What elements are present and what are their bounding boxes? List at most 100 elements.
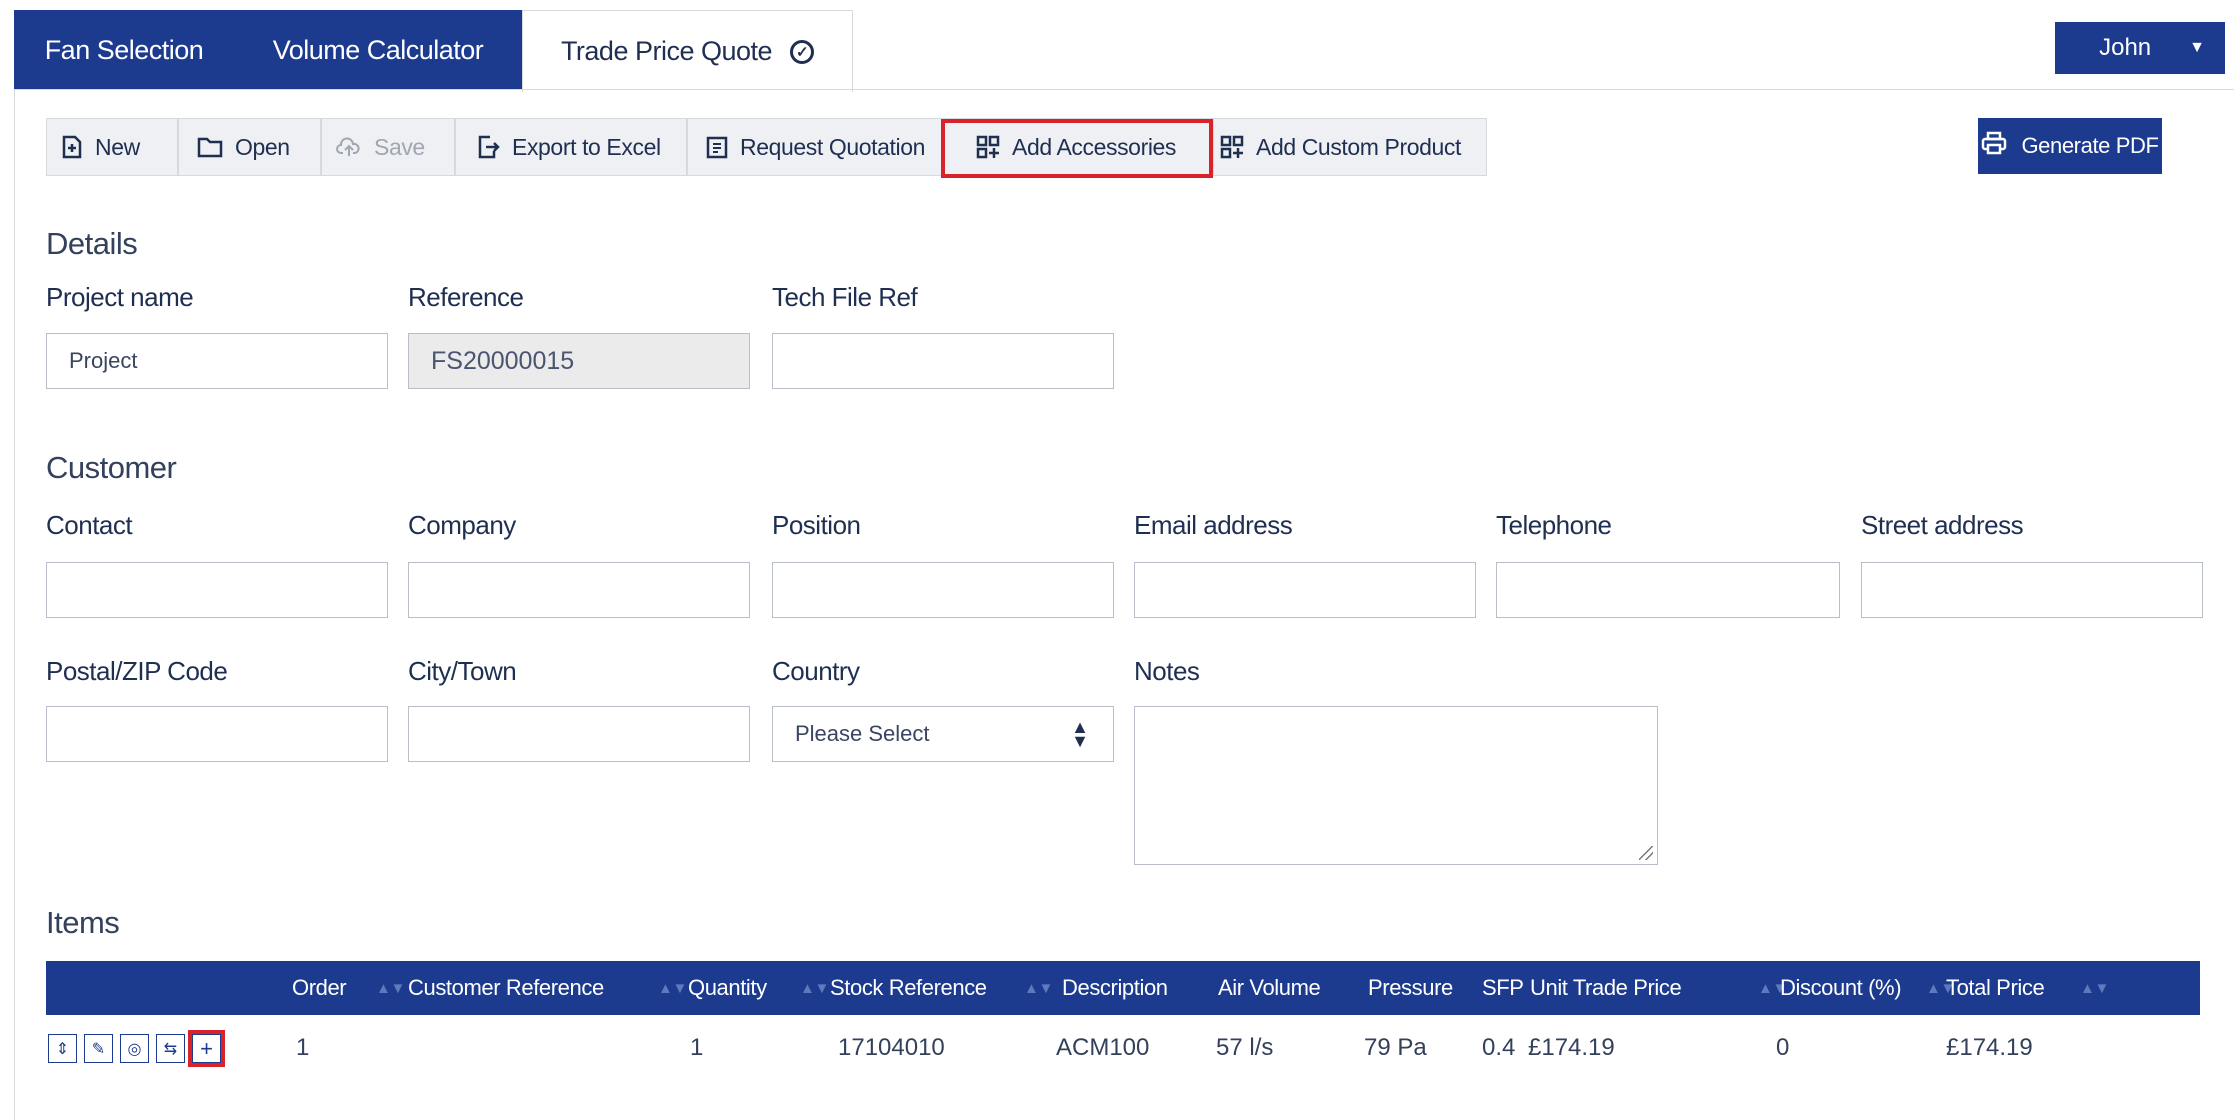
contact-input[interactable]: [46, 562, 388, 618]
customer-heading: Customer: [46, 450, 177, 485]
save-label: Save: [374, 133, 425, 160]
clipboard-icon: [706, 135, 728, 159]
focus-target-icon[interactable]: ◎: [120, 1034, 149, 1063]
user-menu-button[interactable]: John ▼: [2055, 22, 2225, 74]
items-heading: Items: [46, 905, 120, 940]
sort-icon[interactable]: ▲▼: [800, 961, 829, 1015]
tab-trade-price-quote[interactable]: Trade Price Quote ✓: [522, 10, 853, 92]
column-discount[interactable]: Discount (%): [1780, 961, 1902, 1015]
postal-code-input[interactable]: [46, 706, 388, 762]
cell-pressure: 79 Pa: [1364, 1034, 1427, 1061]
tab-fan-selection[interactable]: Fan Selection: [14, 10, 234, 90]
export-label: Export to Excel: [512, 133, 661, 160]
tab-label: Volume Calculator: [272, 34, 484, 65]
telephone-label: Telephone: [1496, 510, 1612, 540]
highlight-add-plus: [188, 1030, 225, 1067]
tech-file-ref-label: Tech File Ref: [772, 282, 918, 312]
resize-handle-icon[interactable]: [1639, 846, 1653, 860]
column-stock-reference[interactable]: Stock Reference: [830, 961, 987, 1015]
new-button[interactable]: New: [46, 118, 178, 176]
city-label: City/Town: [408, 656, 517, 686]
cloud-upload-icon: [336, 136, 362, 158]
printer-icon: [1981, 131, 2007, 162]
generate-pdf-label: Generate PDF: [2021, 133, 2159, 158]
email-input[interactable]: [1134, 562, 1476, 618]
sort-icon[interactable]: ▲▼: [376, 961, 405, 1015]
tab-bar: Fan Selection Volume Calculator Trade Pr…: [14, 0, 2234, 92]
postal-code-label: Postal/ZIP Code: [46, 656, 228, 686]
notes-label: Notes: [1134, 656, 1200, 686]
country-label: Country: [772, 656, 860, 686]
open-label: Open: [235, 133, 290, 160]
position-input[interactable]: [772, 562, 1114, 618]
request-quotation-button[interactable]: Request Quotation: [687, 118, 943, 176]
column-sfp[interactable]: SFP: [1482, 961, 1524, 1015]
new-label: New: [95, 133, 140, 160]
country-select-value: Please Select: [795, 721, 930, 746]
street-address-label: Street address: [1861, 510, 2024, 540]
city-input[interactable]: [408, 706, 750, 762]
position-label: Position: [772, 510, 861, 540]
reorder-icon[interactable]: ⇕: [48, 1034, 77, 1063]
tab-label: Fan Selection: [44, 34, 204, 65]
column-unit-trade-price[interactable]: Unit Trade Price: [1530, 961, 1682, 1015]
cell-air-volume: 57 l/s: [1216, 1034, 1274, 1061]
open-button[interactable]: Open: [178, 118, 321, 176]
column-air-volume[interactable]: Air Volume: [1218, 961, 1321, 1015]
add-grid-icon: [1220, 135, 1244, 159]
cell-sfp: 0.4: [1482, 1034, 1516, 1061]
export-excel-button[interactable]: Export to Excel: [455, 118, 687, 176]
sort-icon[interactable]: ▲▼: [2080, 961, 2109, 1015]
cell-total-price: £174.19: [1946, 1034, 2033, 1061]
company-input[interactable]: [408, 562, 750, 618]
project-name-value: Project: [69, 348, 138, 373]
street-address-input[interactable]: [1861, 562, 2203, 618]
folder-icon: [197, 136, 223, 158]
cell-discount: 0: [1776, 1034, 1790, 1061]
country-select[interactable]: Please Select ▲ ▼: [772, 706, 1114, 762]
new-file-icon: [61, 135, 83, 159]
cell-order: 1: [296, 1034, 310, 1061]
cell-stock-reference: 17104010: [838, 1034, 945, 1061]
details-heading: Details: [46, 226, 138, 261]
cell-description: ACM100: [1056, 1034, 1150, 1061]
tab-label: Trade Price Quote: [560, 36, 773, 66]
sort-icon[interactable]: ▲▼: [658, 961, 687, 1015]
save-button[interactable]: Save: [321, 118, 455, 176]
column-quantity[interactable]: Quantity: [688, 961, 767, 1015]
column-order[interactable]: Order: [292, 961, 347, 1015]
highlight-add-accessories: [941, 119, 1213, 178]
project-name-label: Project name: [46, 282, 194, 312]
sort-arrows-icon: ▲ ▼: [1071, 717, 1089, 751]
column-pressure[interactable]: Pressure: [1368, 961, 1453, 1015]
contact-label: Contact: [46, 510, 133, 540]
caret-down-icon: ▼: [2189, 39, 2205, 56]
table-row: ⇕ ✎ ◎ ⇆ + 1 1 17104010 ACM100 57 l/s 79 …: [46, 1020, 2200, 1076]
reference-label: Reference: [408, 282, 524, 312]
tech-file-ref-input[interactable]: [772, 333, 1114, 389]
cell-quantity: 1: [690, 1034, 704, 1061]
tab-volume-calculator[interactable]: Volume Calculator: [234, 10, 522, 90]
sort-icon[interactable]: ▲▼: [1024, 961, 1053, 1015]
items-table-header: Order ▲▼ Customer Reference ▲▼ Quantity …: [46, 961, 2200, 1015]
user-name: John: [2099, 34, 2152, 61]
column-description[interactable]: Description: [1062, 961, 1168, 1015]
generate-pdf-button[interactable]: Generate PDF: [1978, 118, 2162, 174]
check-circle-icon: ✓: [790, 39, 815, 64]
column-total-price[interactable]: Total Price: [1946, 961, 2045, 1015]
add-custom-label: Add Custom Product: [1256, 133, 1462, 160]
add-custom-product-button[interactable]: Add Custom Product: [1213, 118, 1487, 176]
reference-input: FS20000015: [408, 333, 750, 389]
swap-arrows-icon[interactable]: ⇆: [156, 1034, 185, 1063]
notes-textarea[interactable]: [1134, 706, 1658, 865]
export-icon: [476, 135, 500, 159]
telephone-input[interactable]: [1496, 562, 1840, 618]
request-label: Request Quotation: [740, 133, 925, 160]
edit-pencil-icon[interactable]: ✎: [84, 1034, 113, 1063]
company-label: Company: [408, 510, 516, 540]
column-customer-reference[interactable]: Customer Reference: [408, 961, 604, 1015]
project-name-input[interactable]: Project: [46, 333, 388, 389]
cell-unit-trade-price: £174.19: [1528, 1034, 1615, 1061]
email-label: Email address: [1134, 510, 1293, 540]
reference-value: FS20000015: [431, 346, 575, 375]
